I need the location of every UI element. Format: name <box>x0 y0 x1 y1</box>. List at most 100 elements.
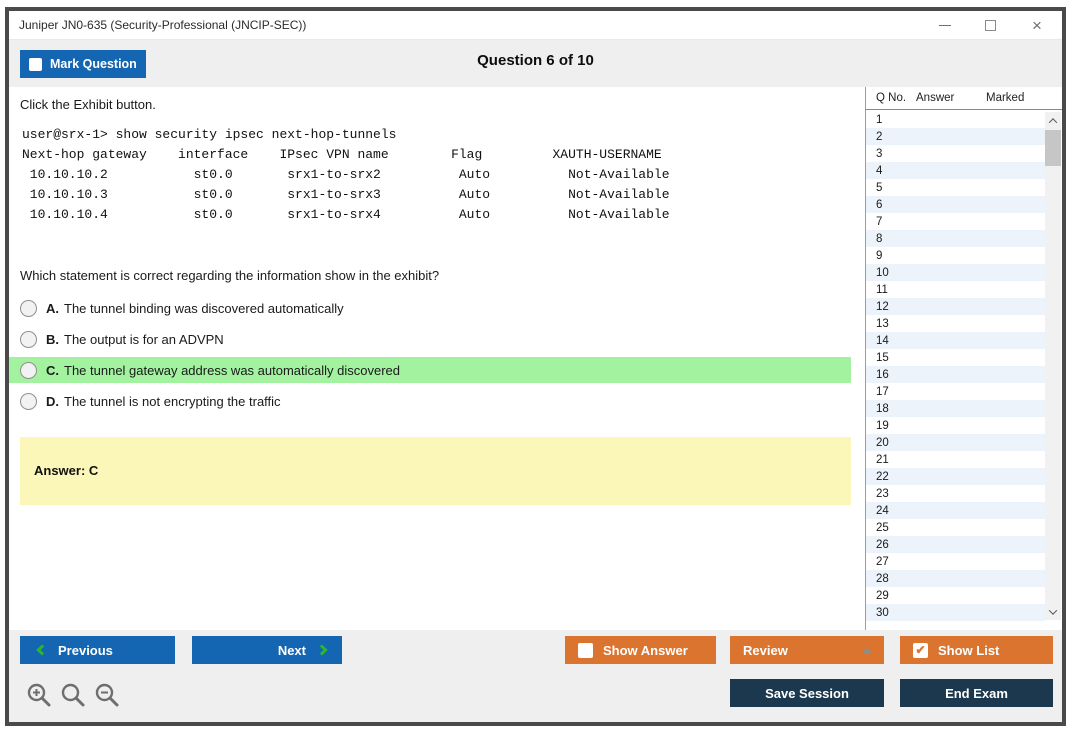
question-number-cell: 2 <box>866 131 916 143</box>
question-counter: Question 6 of 10 <box>9 52 1062 69</box>
question-number-cell: 24 <box>866 505 916 517</box>
question-list-row[interactable]: 21 <box>866 451 1045 468</box>
option-letter: A. <box>46 301 59 316</box>
question-list-row[interactable]: 9 <box>866 247 1045 264</box>
question-list-row[interactable]: 17 <box>866 383 1045 400</box>
show-list-button[interactable]: ✔ Show List <box>900 636 1053 664</box>
question-list-row[interactable]: 22 <box>866 468 1045 485</box>
options-list: A.The tunnel binding was discovered auto… <box>9 295 851 419</box>
scroll-up-button[interactable] <box>1045 112 1061 129</box>
radio-button[interactable] <box>20 393 37 410</box>
question-list-row[interactable]: 26 <box>866 536 1045 553</box>
end-exam-button[interactable]: End Exam <box>900 679 1053 707</box>
save-session-button[interactable]: Save Session <box>730 679 884 707</box>
zoom-in-icon[interactable] <box>26 682 53 709</box>
question-list-header: Q No. Answer Marked <box>866 87 1062 110</box>
footer-bar: Previous Next Show Answer Review ✔ Show … <box>9 630 1062 722</box>
maximize-button[interactable] <box>976 12 1004 38</box>
question-list-row[interactable]: 25 <box>866 519 1045 536</box>
next-button[interactable]: Next <box>192 636 342 664</box>
question-number-cell: 11 <box>866 284 916 296</box>
close-button[interactable]: × <box>1023 12 1051 38</box>
question-number-cell: 13 <box>866 318 916 330</box>
question-list-row[interactable]: 30 <box>866 604 1045 621</box>
option-text: The tunnel is not encrypting the traffic <box>64 394 281 409</box>
question-list-row[interactable]: 19 <box>866 417 1045 434</box>
question-list-row[interactable]: 27 <box>866 553 1045 570</box>
radio-button[interactable] <box>20 300 37 317</box>
question-number-cell: 22 <box>866 471 916 483</box>
question-list-row[interactable]: 20 <box>866 434 1045 451</box>
question-list-row[interactable]: 10 <box>866 264 1045 281</box>
chevron-left-icon <box>36 644 47 655</box>
question-list-row[interactable]: 1 <box>866 111 1045 128</box>
option-row[interactable]: A.The tunnel binding was discovered auto… <box>9 295 851 321</box>
close-icon: × <box>1032 17 1042 34</box>
question-number-cell: 19 <box>866 420 916 432</box>
question-list-row[interactable]: 15 <box>866 349 1045 366</box>
option-row[interactable]: D. The tunnel is not encrypting the traff… <box>9 388 851 414</box>
answer-text: Answer: C <box>34 463 98 478</box>
answer-box: Answer: C <box>20 437 851 505</box>
question-list-row[interactable]: 29 <box>866 587 1045 604</box>
question-list-scrollbar[interactable] <box>1045 112 1061 620</box>
question-list-row[interactable]: 14 <box>866 332 1045 349</box>
option-row[interactable]: C.The tunnel gateway address was automat… <box>9 357 851 383</box>
radio-button[interactable] <box>20 362 37 379</box>
question-list-row[interactable]: 2 <box>866 128 1045 145</box>
question-list-row[interactable]: 7 <box>866 213 1045 230</box>
app-window: Juniper JN0-635 (Security-Professional (… <box>5 7 1066 726</box>
question-list-row[interactable]: 11 <box>866 281 1045 298</box>
question-list-row[interactable]: 16 <box>866 366 1045 383</box>
show-answer-checkbox[interactable] <box>578 643 593 658</box>
review-button[interactable]: Review <box>730 636 884 664</box>
chevron-up-icon <box>1049 118 1057 126</box>
zoom-out-icon[interactable] <box>94 682 121 709</box>
question-list-row[interactable]: 23 <box>866 485 1045 502</box>
question-number-cell: 4 <box>866 165 916 177</box>
exhibit-instruction: Click the Exhibit button. <box>20 97 156 112</box>
show-answer-button[interactable]: Show Answer <box>565 636 716 664</box>
question-list-sidebar: Q No. Answer Marked 12345678910111213141… <box>865 87 1062 630</box>
show-list-checkbox[interactable]: ✔ <box>913 643 928 658</box>
option-letter: C. <box>46 363 59 378</box>
scrollbar-thumb[interactable] <box>1045 130 1061 166</box>
triangle-up-icon <box>862 647 872 654</box>
zoom-reset-icon[interactable] <box>60 682 87 709</box>
question-number-cell: 15 <box>866 352 916 364</box>
maximize-icon <box>985 20 996 31</box>
previous-label: Previous <box>58 643 113 658</box>
question-number-cell: 9 <box>866 250 916 262</box>
exhibit-output: user@srx-1> show security ipsec next-hop… <box>22 125 670 225</box>
option-letter: D. <box>46 394 59 409</box>
question-number-cell: 1 <box>866 114 916 126</box>
radio-button[interactable] <box>20 331 37 348</box>
question-list-row[interactable]: 24 <box>866 502 1045 519</box>
question-list-row[interactable]: 5 <box>866 179 1045 196</box>
question-list-row[interactable]: 13 <box>866 315 1045 332</box>
scroll-down-button[interactable] <box>1045 603 1061 620</box>
minimize-button[interactable] <box>931 12 959 38</box>
question-list-row[interactable]: 12 <box>866 298 1045 315</box>
chevron-down-icon <box>1049 606 1057 614</box>
question-number-cell: 7 <box>866 216 916 228</box>
question-list-row[interactable]: 4 <box>866 162 1045 179</box>
question-list-row[interactable]: 28 <box>866 570 1045 587</box>
question-list-row[interactable]: 3 <box>866 145 1045 162</box>
question-list-row[interactable]: 18 <box>866 400 1045 417</box>
question-number-cell: 10 <box>866 267 916 279</box>
mark-question-button[interactable]: Mark Question <box>20 50 146 78</box>
mark-question-checkbox[interactable] <box>29 58 42 71</box>
question-number-cell: 23 <box>866 488 916 500</box>
question-number-cell: 5 <box>866 182 916 194</box>
column-q-no: Q No. <box>866 92 916 104</box>
save-session-label: Save Session <box>765 686 849 701</box>
chevron-right-icon <box>316 644 327 655</box>
question-number-cell: 14 <box>866 335 916 347</box>
question-number-cell: 28 <box>866 573 916 585</box>
question-number-cell: 6 <box>866 199 916 211</box>
question-list-row[interactable]: 8 <box>866 230 1045 247</box>
question-list-row[interactable]: 6 <box>866 196 1045 213</box>
option-row[interactable]: B.The output is for an ADVPN <box>9 326 851 352</box>
previous-button[interactable]: Previous <box>20 636 175 664</box>
